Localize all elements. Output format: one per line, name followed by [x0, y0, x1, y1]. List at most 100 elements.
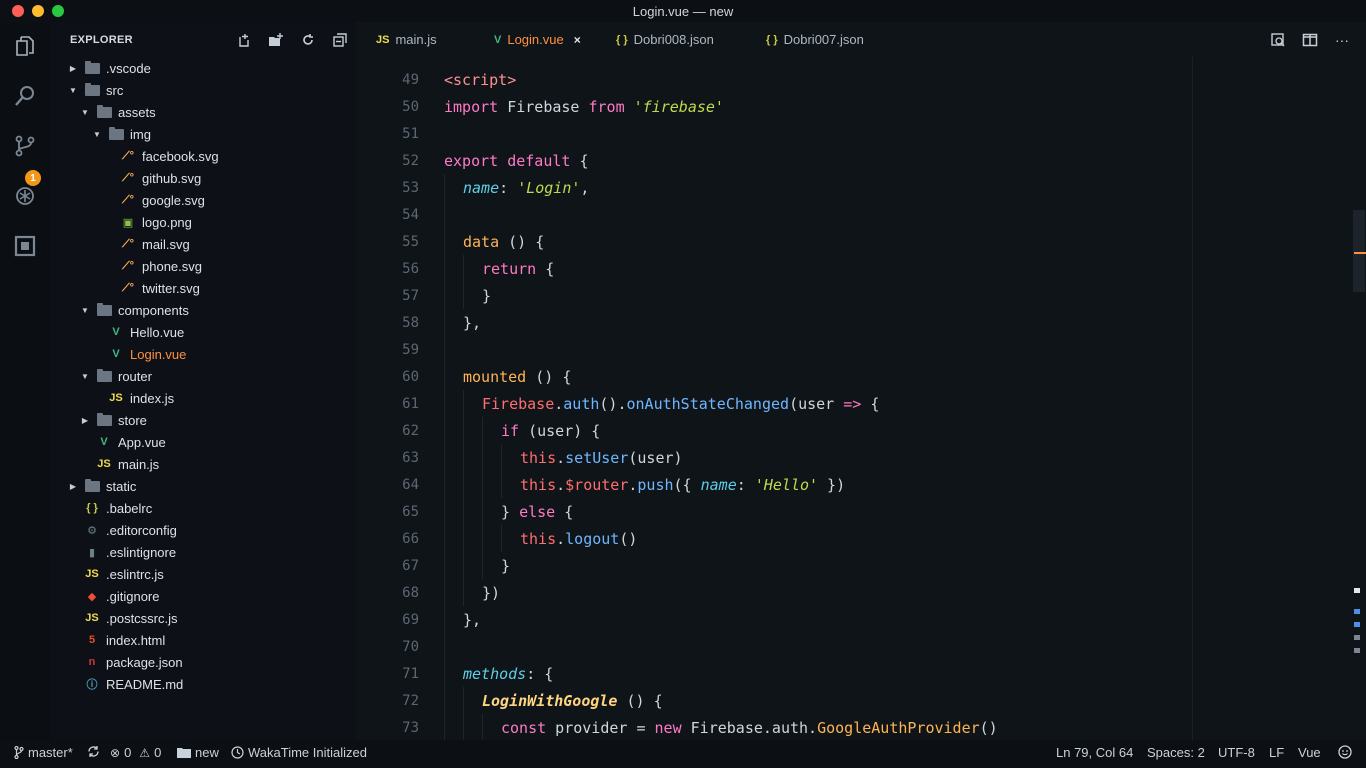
tree-file[interactable]: V App.vue [50, 431, 356, 453]
wakatime-text: WakaTime Initialized [248, 745, 367, 760]
tree-folder[interactable]: ▼ router [50, 365, 356, 387]
tree-file[interactable]: V Login.vue [50, 343, 356, 365]
line-number: 54 [402, 206, 419, 223]
folder-status[interactable]: new [177, 745, 219, 760]
indent-guide [444, 363, 445, 390]
code-text: methods: { [463, 665, 553, 683]
tree-file[interactable]: JS index.js [50, 387, 356, 409]
overview-ruler-mark [1354, 648, 1360, 653]
svg-file-icon: ⟋° [121, 281, 135, 294]
close-tab-icon[interactable]: × [574, 33, 581, 47]
folder-icon [108, 126, 124, 141]
tree-file[interactable]: JS .postcssrc.js [50, 607, 356, 629]
code-editor[interactable]: 49 <script> 50 import Firebase from 'fireba… [356, 57, 1352, 740]
tree-file[interactable]: ⟋° github.svg [50, 167, 356, 189]
code-token: } [501, 556, 511, 575]
vue-file-icon: V [100, 436, 108, 448]
scrollbar-thumb[interactable] [1353, 210, 1365, 292]
tree-file[interactable]: ⟋° facebook.svg [50, 145, 356, 167]
encoding-status[interactable]: UTF-8 [1218, 745, 1255, 760]
tree-item-label: assets [118, 104, 156, 120]
line-number: 73 [402, 719, 419, 736]
language-mode[interactable]: Vue [1298, 745, 1321, 760]
tree-folder[interactable]: ▶ .vscode [50, 57, 356, 79]
debug-icon[interactable] [13, 184, 37, 208]
new-file-icon[interactable] [236, 32, 252, 48]
indent-guide [482, 444, 483, 471]
tree-file[interactable]: ⟋° phone.svg [50, 255, 356, 277]
maximize-window-button[interactable] [52, 5, 64, 17]
git-branch-icon [14, 746, 24, 759]
tree-file[interactable]: V Hello.vue [50, 321, 356, 343]
extensions-icon[interactable] [13, 234, 37, 258]
open-changes-icon[interactable] [1270, 32, 1286, 48]
explorer-toolbar [236, 32, 348, 48]
branch-name: master* [28, 745, 73, 760]
collapse-all-icon[interactable] [332, 32, 348, 48]
indent-guide [463, 444, 464, 471]
code-text: name: 'Login', [463, 179, 589, 197]
editor-tabs: JS main.js V Login.vue × { } Dobri008.js… [356, 22, 1366, 57]
indent-guide [463, 282, 464, 309]
code-token: <script> [444, 70, 517, 89]
more-actions-icon[interactable]: ··· [1334, 32, 1350, 48]
folder-icon [96, 302, 112, 317]
tree-file[interactable]: n package.json [50, 651, 356, 673]
tab-main-js[interactable]: JS main.js [376, 22, 437, 57]
code-token: new [654, 718, 682, 737]
js-file-icon: JS [109, 392, 123, 404]
source-control-icon[interactable] [13, 134, 37, 158]
tree-folder[interactable]: ▶ static [50, 475, 356, 497]
vue-file-icon: V [494, 33, 502, 46]
new-folder-icon[interactable] [268, 32, 284, 48]
tab-dobri007-json[interactable]: { } Dobri007.json [766, 22, 864, 57]
code-token: provider = [546, 718, 655, 737]
tree-folder[interactable]: ▼ components [50, 299, 356, 321]
line-number: 57 [402, 287, 419, 304]
folder-shape [84, 478, 100, 492]
tree-file[interactable]: 5 index.html [50, 629, 356, 651]
tab-dobri008-json[interactable]: { } Dobri008.json [616, 22, 714, 57]
refresh-icon[interactable] [300, 32, 316, 48]
indentation-status[interactable]: Spaces: 2 [1147, 745, 1205, 760]
minimize-window-button[interactable] [32, 5, 44, 17]
tree-file[interactable]: ⓘ README.md [50, 673, 356, 695]
tree-file[interactable]: ◆ .gitignore [50, 585, 356, 607]
wakatime-status[interactable]: WakaTime Initialized [231, 745, 367, 760]
tree-folder[interactable]: ▶ store [50, 409, 356, 431]
code-text: export default { [444, 152, 589, 170]
tab-login-vue[interactable]: V Login.vue × [494, 22, 581, 57]
explorer-sidebar: EXPLORER ▶ .vscode ▼ src ▼ assets ▼ img ⟋° facebo… [50, 22, 356, 740]
tree-file[interactable]: ▮ .eslintignore [50, 541, 356, 563]
cursor-position[interactable]: Ln 79, Col 64 [1056, 745, 1133, 760]
branch-status[interactable]: master* [14, 745, 73, 760]
tree-file[interactable]: ⟋° google.svg [50, 189, 356, 211]
search-icon[interactable] [13, 84, 37, 108]
eol-status[interactable]: LF [1269, 745, 1284, 760]
tree-file[interactable]: ⟋° twitter.svg [50, 277, 356, 299]
feedback-icon[interactable] [1338, 745, 1352, 759]
split-editor-icon[interactable] [1302, 32, 1318, 48]
problems-status[interactable]: ⊗ 0 ⚠ 0 [110, 745, 161, 760]
warning-icon: ⚠ [139, 745, 151, 760]
tree-folder[interactable]: ▼ src [50, 79, 356, 101]
sync-icon[interactable] [87, 745, 100, 758]
tree-file[interactable]: JS main.js [50, 453, 356, 475]
code-token: . [556, 475, 566, 494]
tree-folder[interactable]: ▼ assets [50, 101, 356, 123]
title-bar: Login.vue — new [0, 0, 1366, 22]
tree-folder[interactable]: ▼ img [50, 123, 356, 145]
tree-file[interactable]: JS .eslintrc.js [50, 563, 356, 585]
tree-file[interactable]: ▣ logo.png [50, 211, 356, 233]
code-line: 61 Firebase.auth().onAuthStateChanged(use… [356, 390, 1352, 417]
indent-guide [444, 174, 445, 201]
close-window-button[interactable] [12, 5, 24, 17]
explorer-icon[interactable] [13, 34, 37, 58]
tree-file[interactable]: ⟋° mail.svg [50, 233, 356, 255]
code-line: 63 this.setUser(user) [356, 444, 1352, 471]
line-number: 60 [402, 368, 419, 385]
tree-file[interactable]: ⚙ .editorconfig [50, 519, 356, 541]
tree-file[interactable]: { } .babelrc [50, 497, 356, 519]
indent-guide [482, 471, 483, 498]
code-token: methods [463, 664, 527, 683]
